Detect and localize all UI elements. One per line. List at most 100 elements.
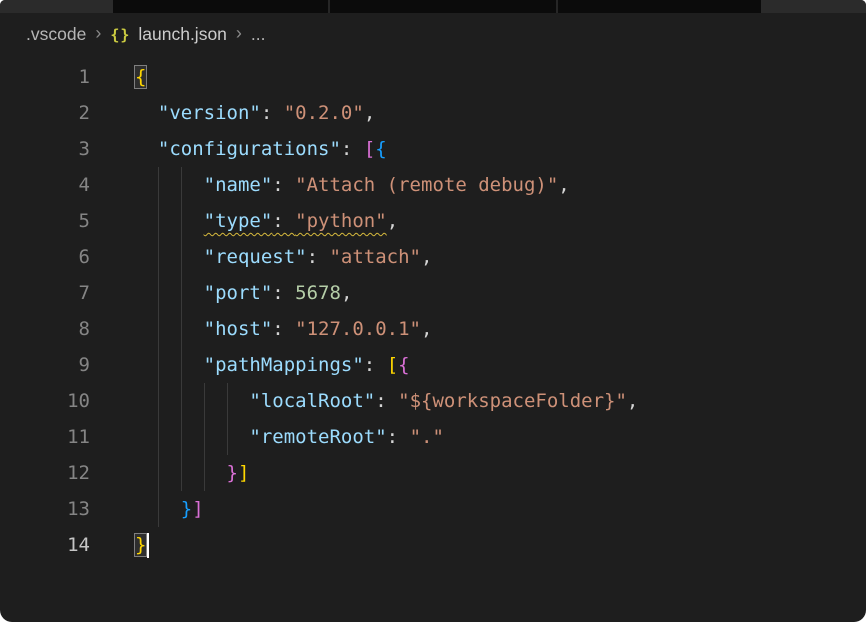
code-line[interactable]: "port": 5678,: [100, 275, 866, 311]
code-line-row: 10 "localRoot": "${workspaceFolder}",: [0, 383, 866, 419]
tab-strip-tab-2[interactable]: [330, 0, 556, 13]
code-token: ,: [421, 246, 432, 268]
breadcrumb-file[interactable]: {} launch.json: [110, 24, 227, 45]
code-token: [: [387, 354, 398, 376]
code-line[interactable]: "localRoot": "${workspaceFolder}",: [100, 383, 866, 419]
code-token: "configurations": [158, 138, 341, 160]
indent-guide: [181, 419, 182, 455]
code-line[interactable]: "version": "0.2.0",: [100, 95, 866, 131]
indent-guide: [181, 311, 182, 347]
vscode-editor-window: .vscode › {} launch.json › ... 1{2 "vers…: [0, 0, 866, 622]
code-token: :: [272, 210, 295, 232]
line-number[interactable]: 12: [0, 455, 100, 491]
code-line-row: 3 "configurations": [{: [0, 131, 866, 167]
code-token: :: [387, 426, 410, 448]
editor-empty-area[interactable]: [0, 563, 866, 622]
code-line[interactable]: }: [100, 527, 866, 563]
code-line[interactable]: "host": "127.0.0.1",: [100, 311, 866, 347]
code-token: ]: [238, 462, 249, 484]
code-line-row: 5 "type": "python",: [0, 203, 866, 239]
line-number[interactable]: 4: [0, 167, 100, 203]
code-line[interactable]: {: [100, 59, 866, 95]
line-number[interactable]: 13: [0, 491, 100, 527]
code-line[interactable]: "type": "python",: [100, 203, 866, 239]
code-line-row: 6 "request": "attach",: [0, 239, 866, 275]
code-token: "type": [204, 210, 273, 232]
code-line-row: 9 "pathMappings": [{: [0, 347, 866, 383]
code-token: ,: [341, 282, 352, 304]
code-editor: 1{2 "version": "0.2.0",3 "configurations…: [0, 56, 866, 622]
line-number[interactable]: 8: [0, 311, 100, 347]
code-token: "127.0.0.1": [295, 318, 421, 340]
indent-guide: [158, 491, 159, 527]
indent-guide: [204, 419, 205, 455]
code-token: "Attach (remote debug)": [295, 174, 558, 196]
code-line-row: 4 "name": "Attach (remote debug)",: [0, 167, 866, 203]
line-number[interactable]: 1: [0, 59, 100, 95]
code-token: {: [375, 138, 386, 160]
breadcrumb: .vscode › {} launch.json › ...: [0, 13, 866, 56]
code-lines: 1{2 "version": "0.2.0",3 "configurations…: [0, 59, 866, 563]
indent-guide: [158, 239, 159, 275]
indent-guide: [158, 203, 159, 239]
code-token: :: [272, 174, 295, 196]
code-token: :: [375, 390, 398, 412]
breadcrumb-file-label: launch.json: [138, 24, 227, 45]
line-number[interactable]: 6: [0, 239, 100, 275]
indent-guide: [181, 455, 182, 491]
line-number[interactable]: 3: [0, 131, 100, 167]
code-token: 5678: [295, 282, 341, 304]
indent-guide: [204, 455, 205, 491]
code-token: }: [181, 498, 192, 520]
code-line[interactable]: "pathMappings": [{: [100, 347, 866, 383]
code-token: :: [364, 354, 387, 376]
code-line-row: 7 "port": 5678,: [0, 275, 866, 311]
indent-guide: [181, 275, 182, 311]
indent-guide: [158, 275, 159, 311]
json-braces-icon: {}: [110, 26, 130, 44]
code-token: "python": [295, 210, 387, 232]
code-line[interactable]: "configurations": [{: [100, 131, 866, 167]
code-token: ".": [410, 426, 444, 448]
line-number[interactable]: 14: [0, 527, 100, 563]
code-token: {: [135, 66, 146, 88]
code-line[interactable]: "remoteRoot": ".": [100, 419, 866, 455]
line-number[interactable]: 7: [0, 275, 100, 311]
line-number[interactable]: 11: [0, 419, 100, 455]
code-token: ,: [421, 318, 432, 340]
line-number[interactable]: 9: [0, 347, 100, 383]
tab-bar-right-area: [761, 0, 866, 13]
breadcrumb-folder[interactable]: .vscode: [26, 24, 86, 45]
code-line-row: 2 "version": "0.2.0",: [0, 95, 866, 131]
indent-guide: [158, 311, 159, 347]
code-line[interactable]: }]: [100, 491, 866, 527]
indent-guide: [181, 203, 182, 239]
code-token: "request": [204, 246, 307, 268]
code-line-row: 13 }]: [0, 491, 866, 527]
tab-bar-left-area: [0, 0, 113, 13]
line-number[interactable]: 5: [0, 203, 100, 239]
indent-guide: [158, 347, 159, 383]
tab-strip-tab-1[interactable]: [113, 0, 328, 13]
code-line[interactable]: }]: [100, 455, 866, 491]
code-token: ,: [627, 390, 638, 412]
line-number[interactable]: 10: [0, 383, 100, 419]
code-line[interactable]: "request": "attach",: [100, 239, 866, 275]
code-token: [: [364, 138, 375, 160]
breadcrumb-symbol-ellipsis[interactable]: ...: [251, 24, 266, 45]
code-line-row: 8 "host": "127.0.0.1",: [0, 311, 866, 347]
indent-guide: [227, 383, 228, 419]
code-token: "name": [204, 174, 273, 196]
code-token: "port": [204, 282, 273, 304]
code-line-row: 1{: [0, 59, 866, 95]
tab-bar-strip: [0, 0, 866, 13]
code-token: "${workspaceFolder}": [398, 390, 627, 412]
code-line[interactable]: "name": "Attach (remote debug)",: [100, 167, 866, 203]
tab-strip-tab-3[interactable]: [558, 0, 761, 13]
code-line-row: 11 "remoteRoot": ".": [0, 419, 866, 455]
code-token: "attach": [329, 246, 421, 268]
indent-guide: [204, 383, 205, 419]
code-token: "remoteRoot": [249, 426, 386, 448]
line-number[interactable]: 2: [0, 95, 100, 131]
code-token: "host": [204, 318, 273, 340]
